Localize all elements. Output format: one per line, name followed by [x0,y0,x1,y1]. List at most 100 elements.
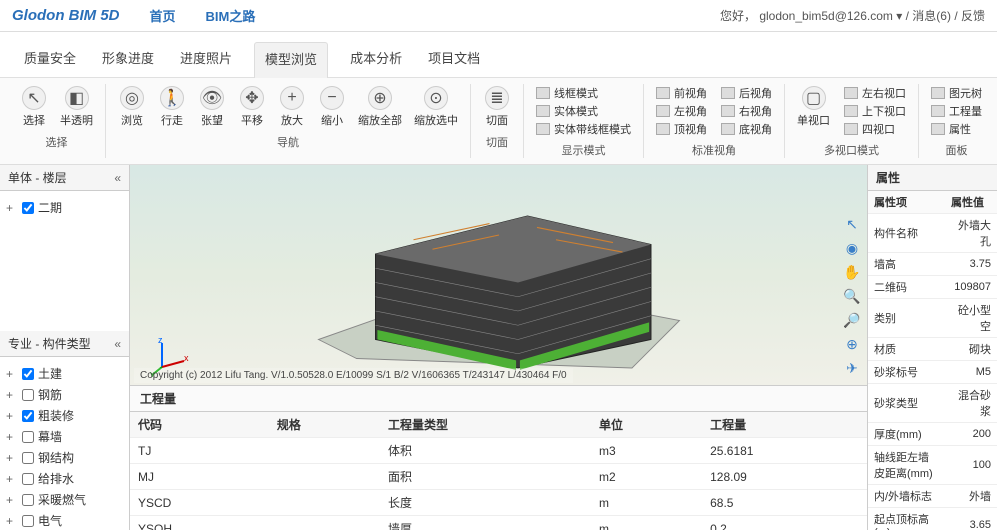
subnav-2[interactable]: 进度照片 [176,42,236,77]
tree-粗装修[interactable]: +粗装修 [6,405,123,426]
expand-icon[interactable]: + [6,472,18,486]
tool-行走[interactable]: 🚶行走 [154,84,190,130]
subnav-0[interactable]: 质量安全 [20,42,80,77]
prop-col-val: 属性值 [945,191,997,214]
tree-checkbox[interactable] [22,410,34,422]
expand-icon[interactable]: + [6,451,18,465]
tool-放大[interactable]: +放大 [274,84,310,130]
tree-二期[interactable]: +二期 [6,197,123,218]
expand-icon[interactable]: + [6,430,18,444]
mode-实体带线框模式[interactable]: 实体带线框模式 [532,120,635,138]
mode-顶视角[interactable]: 顶视角 [652,120,711,138]
mode-前视角[interactable]: 前视角 [652,84,711,102]
mode-右视角[interactable]: 右视角 [717,102,776,120]
tool-半透明[interactable]: ◧半透明 [56,84,97,130]
expand-icon[interactable]: + [6,388,18,402]
header: Glodon BIM 5D 首页 BIM之路 您好， glodon_bim5d@… [0,0,997,32]
tool-缩放全部[interactable]: ⊕缩放全部 [354,84,406,130]
tool-icon: ✥ [240,86,264,110]
table-row[interactable]: YSCD长度m68.5 [130,490,867,516]
mode-icon [931,87,945,99]
mode-图元树[interactable]: 图元树 [927,84,986,102]
prop-row: 厚度(mm)200 [868,423,997,446]
mode-icon [844,123,858,135]
messages-link[interactable]: 消息(6) [912,9,951,23]
arrow-icon[interactable]: ↖ [843,215,861,233]
tree-checkbox[interactable] [22,431,34,443]
expand-icon[interactable]: + [6,514,18,528]
tool-张望[interactable]: 👁张望 [194,84,230,130]
mode-左视角[interactable]: 左视角 [652,102,711,120]
expand-icon[interactable]: + [6,201,18,215]
mode-后视角[interactable]: 后视角 [717,84,776,102]
mode-icon [931,123,945,135]
tool-icon: + [280,86,304,110]
zoomin-icon[interactable]: 🔍 [843,287,861,305]
nav-home[interactable]: 首页 [150,6,176,25]
feedback-link[interactable]: 反馈 [961,9,985,23]
table-row[interactable]: MJ面积m2128.09 [130,464,867,490]
tree-幕墙[interactable]: +幕墙 [6,426,123,447]
collapse-icon[interactable]: « [114,337,121,351]
mode-底视角[interactable]: 底视角 [717,120,776,138]
tool-缩放选中[interactable]: ⊙缩放选中 [410,84,462,130]
tree-checkbox[interactable] [22,473,34,485]
collapse-icon[interactable]: « [114,171,121,185]
nav-bim-road[interactable]: BIM之路 [206,6,256,25]
mode-icon [844,87,858,99]
prop-row: 二维码109807 [868,276,997,299]
tool-切面[interactable]: ≣切面 [479,84,515,130]
tab-floor[interactable]: 单体 - 楼层« [0,165,129,191]
tree-钢筋[interactable]: +钢筋 [6,384,123,405]
tab-profession[interactable]: 专业 - 构件类型« [0,331,129,357]
tree-checkbox[interactable] [22,452,34,464]
prop-col-key: 属性项 [868,191,945,214]
subnav-4[interactable]: 成本分析 [346,42,406,77]
tool-浏览[interactable]: ◎浏览 [114,84,150,130]
tree-钢结构[interactable]: +钢结构 [6,447,123,468]
orbit-icon[interactable]: ◉ [843,239,861,257]
hand-icon[interactable]: ✋ [843,263,861,281]
user-menu[interactable]: glodon_bim5d@126.com ▾ [759,9,902,23]
mode-icon [844,105,858,117]
zoomout-icon[interactable]: 🔎 [843,311,861,329]
view-tools: ↖ ◉ ✋ 🔍 🔎 ⊕ ✈ [843,215,861,377]
tree-checkbox[interactable] [22,368,34,380]
tool-缩小[interactable]: −缩小 [314,84,350,130]
tree-checkbox[interactable] [22,515,34,527]
center-panel: z x y ↖ ◉ ✋ 🔍 🔎 ⊕ ✈ Copyright (c) 2012 L… [130,165,867,530]
tree-电气[interactable]: +电气 [6,510,123,530]
mode-上下视口[interactable]: 上下视口 [840,102,910,120]
expand-icon[interactable]: + [6,409,18,423]
tool-选择[interactable]: ↖选择 [16,84,52,130]
expand-icon[interactable]: + [6,367,18,381]
mode-线框模式[interactable]: 线框模式 [532,84,635,102]
fit-icon[interactable]: ⊕ [843,335,861,353]
tool-icon: 👁 [200,86,224,110]
mode-属性[interactable]: 属性 [927,120,986,138]
tree-土建[interactable]: +土建 [6,363,123,384]
subnav-1[interactable]: 形象进度 [98,42,158,77]
fly-icon[interactable]: ✈ [843,359,861,377]
tree-checkbox[interactable] [22,389,34,401]
tree-checkbox[interactable] [22,202,34,214]
mode-工程量[interactable]: 工程量 [927,102,986,120]
mode-四视口[interactable]: 四视口 [840,120,910,138]
quantity-table: 代码规格工程量类型单位工程量TJ体积m325.6181MJ面积m2128.09Y… [130,412,867,530]
subnav-5[interactable]: 项目文档 [424,42,484,77]
mode-左右视口[interactable]: 左右视口 [840,84,910,102]
tree-给排水[interactable]: +给排水 [6,468,123,489]
prop-row: 材质砌块 [868,338,997,361]
group-select: ↖选择◧半透明 选择 [8,84,106,158]
mode-icon [931,105,945,117]
quantity-tab[interactable]: 工程量 [130,386,867,412]
prop-row: 构件名称外墙大孔 [868,214,997,253]
mode-实体模式[interactable]: 实体模式 [532,102,635,120]
single-viewport-button[interactable]: ▢ 单视口 [793,84,834,130]
table-row[interactable]: YSQH墙厚m0.2 [130,516,867,530]
tool-平移[interactable]: ✥平移 [234,84,270,130]
subnav-3[interactable]: 模型浏览 [254,42,328,78]
3d-viewport[interactable]: z x y ↖ ◉ ✋ 🔍 🔎 ⊕ ✈ Copyright (c) 2012 L… [130,165,867,385]
table-row[interactable]: TJ体积m325.6181 [130,438,867,464]
tool-icon: − [320,86,344,110]
